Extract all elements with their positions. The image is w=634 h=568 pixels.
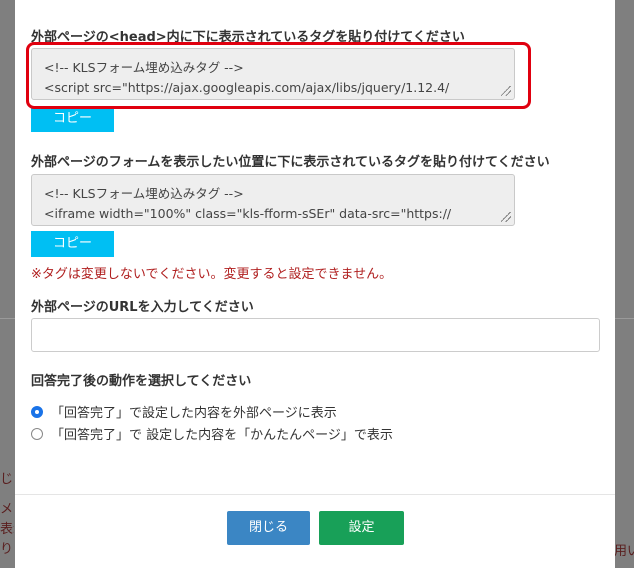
background-text-2: メ	[0, 502, 14, 517]
background-text-1: じ夕	[0, 472, 14, 487]
tag-warning-text: ※タグは変更しないでください。変更すると設定できません。	[31, 267, 393, 282]
radio-option-label: 「回答完了」で設定した内容を外部ページに表示	[51, 406, 337, 421]
set-button[interactable]: 設定	[319, 511, 404, 545]
radio-option-label: 「回答完了」で 設定した内容を「かんたんページ」で表示	[51, 428, 393, 443]
url-label: 外部ページのURLを入力してください	[31, 300, 254, 315]
form-tag-code-box[interactable]: <!-- KLSフォーム埋め込みタグ --> <iframe width="10…	[31, 174, 515, 226]
radio-option-kantan[interactable]: 「回答完了」で 設定した内容を「かんたんページ」で表示	[31, 424, 393, 443]
radio-option-external[interactable]: 「回答完了」で設定した内容を外部ページに表示	[31, 402, 337, 421]
form-copy-button[interactable]: コピー	[31, 231, 114, 257]
form-code-line-2: <iframe width="100%" class="kls-fform-sS…	[44, 206, 452, 221]
action-label: 回答完了後の動作を選択してください	[31, 374, 252, 389]
footer-divider	[15, 494, 615, 495]
background-text-right: 用い	[614, 544, 634, 559]
close-button[interactable]: 閉じる	[227, 511, 310, 545]
background-text-4: り	[0, 542, 14, 557]
radio-checked-icon[interactable]	[31, 405, 43, 418]
head-copy-button[interactable]: コピー	[31, 106, 114, 132]
form-code-line-1: <!-- KLSフォーム埋め込みタグ -->	[44, 186, 244, 201]
url-input[interactable]	[31, 318, 600, 352]
radio-unchecked-icon[interactable]	[31, 427, 43, 440]
highlight-box	[26, 42, 531, 109]
form-tag-label: 外部ページのフォームを表示したい位置に下に表示されているタグを貼り付けてください	[31, 155, 550, 170]
background-text-3: 表示	[0, 522, 14, 537]
embed-settings-modal: 外部ページの<head>内に下に表示されているタグを貼り付けてください <!--…	[15, 0, 615, 568]
resize-handle-icon[interactable]	[501, 212, 511, 222]
